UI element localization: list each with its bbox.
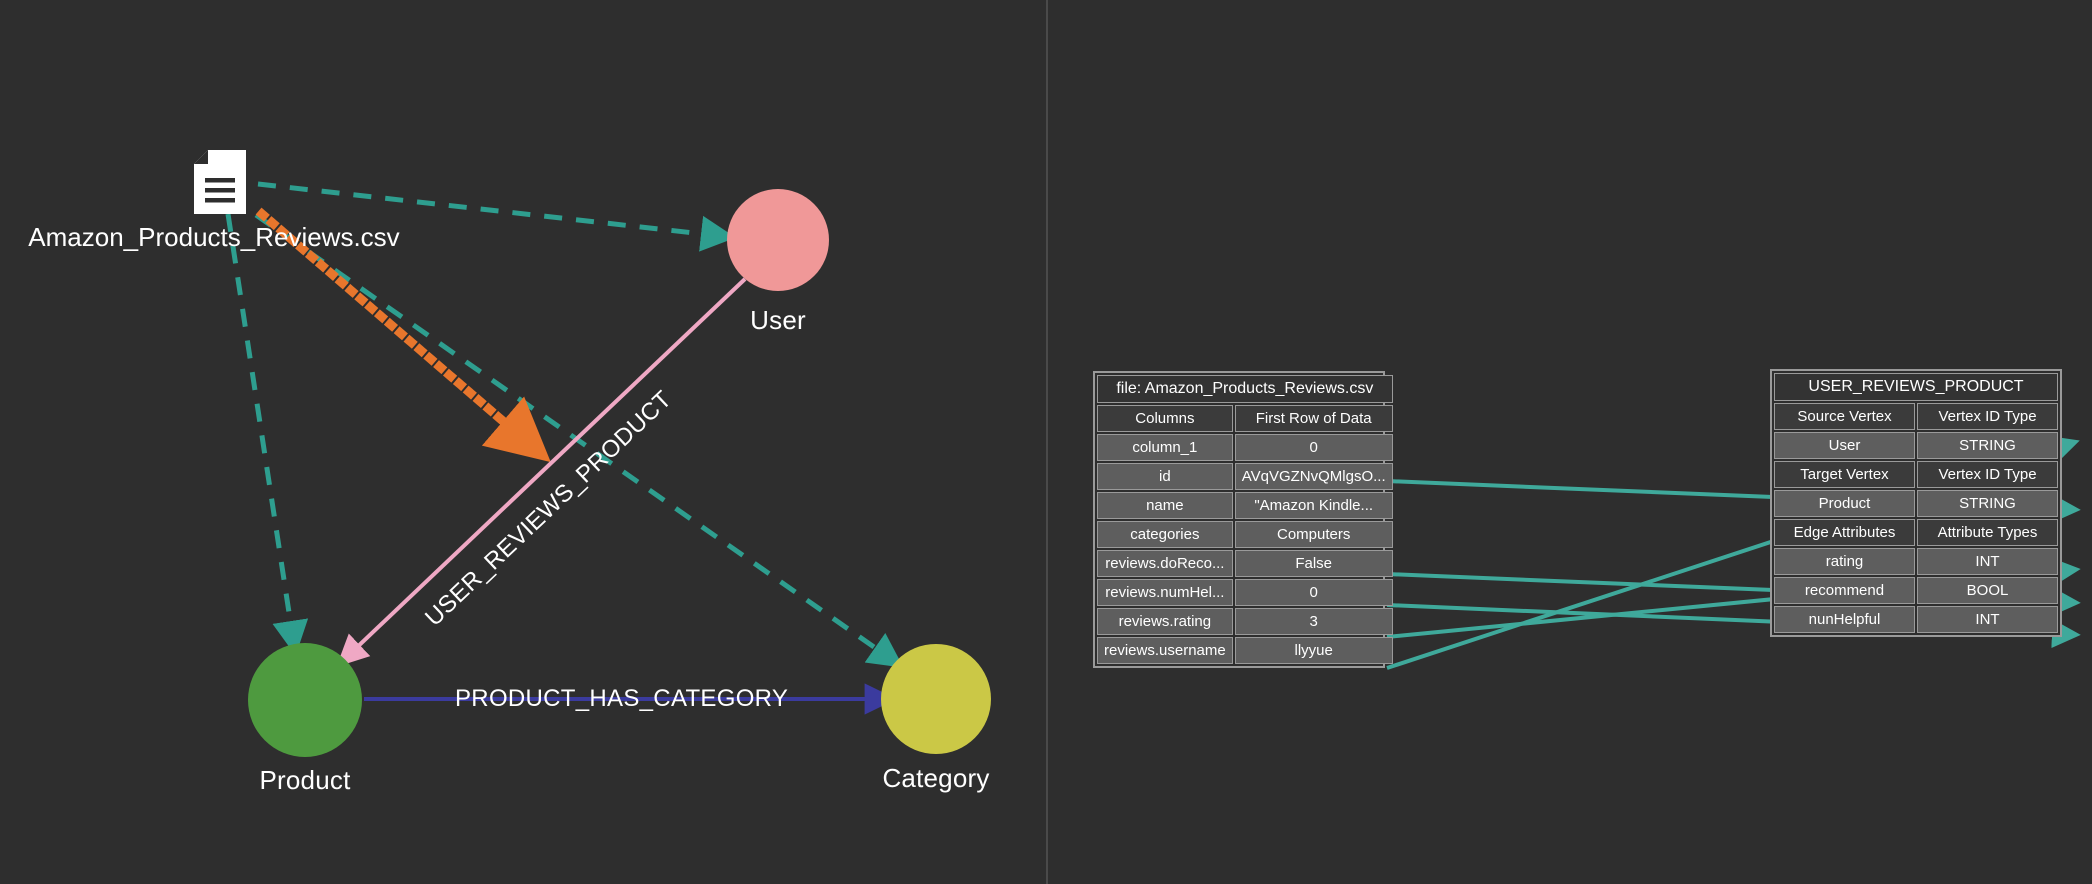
edge-schema-type: STRING [1917, 490, 2058, 517]
source-column-value: llyyue [1234, 637, 1393, 664]
graph-node-product[interactable] [248, 643, 362, 757]
table-row[interactable]: column_1 0 [1097, 434, 1393, 461]
edge-schema-key: Product [1774, 490, 1915, 517]
table-row[interactable]: rating INT [1774, 548, 2058, 575]
graph-edge-label-product-has-category: PRODUCT_HAS_CATEGORY [455, 685, 789, 712]
edge-schema-key: rating [1774, 548, 1915, 575]
source-column-name: reviews.username [1097, 637, 1233, 664]
edge-schema-type: INT [1917, 606, 2058, 633]
graph-edge-user-reviews-product[interactable] [336, 277, 747, 667]
table-row[interactable]: recommend BOOL [1774, 577, 2058, 604]
source-header-first-row: First Row of Data [1234, 405, 1393, 432]
canvas-root: Amazon_Products_Reviews.csv User Product… [0, 0, 2092, 884]
source-column-value: 3 [1234, 608, 1393, 635]
source-header-columns: Columns [1097, 405, 1233, 432]
edge-schema-key: recommend [1774, 577, 1915, 604]
table-row[interactable]: nunHelpful INT [1774, 606, 2058, 633]
file-node-label: Amazon_Products_Reviews.csv [28, 222, 400, 252]
edge-schema-label: Vertex ID Type [1917, 461, 2058, 488]
edge-schema-label: Target Vertex [1774, 461, 1915, 488]
table-row[interactable]: categories Computers [1097, 521, 1393, 548]
table-row[interactable]: reviews.doReco... False [1097, 550, 1393, 577]
table-header-row: Target Vertex Vertex ID Type [1774, 461, 2058, 488]
edge-schema-label: Attribute Types [1917, 519, 2058, 546]
graph-node-category[interactable] [881, 644, 991, 754]
table-header-row: Columns First Row of Data [1097, 405, 1393, 432]
source-column-value: 0 [1234, 434, 1393, 461]
source-column-value: "Amazon Kindle... [1234, 492, 1393, 519]
edge-schema-label: Edge Attributes [1774, 519, 1915, 546]
mapping-edge-file-to-product [225, 213, 309, 656]
table-row[interactable]: User STRING [1774, 432, 2058, 459]
graph-node-label-product: Product [259, 765, 351, 795]
edge-schema-type: STRING [1917, 432, 2058, 459]
edge-schema-key: nunHelpful [1774, 606, 1915, 633]
graph-node-user[interactable] [727, 189, 829, 291]
source-column-name: reviews.doReco... [1097, 550, 1233, 577]
table-row[interactable]: name "Amazon Kindle... [1097, 492, 1393, 519]
source-table-title: file: Amazon_Products_Reviews.csv [1097, 375, 1393, 403]
table-row[interactable]: id AVqVGZNvQMlgsO... [1097, 463, 1393, 490]
source-column-name: reviews.numHel... [1097, 579, 1233, 606]
source-column-value: False [1234, 550, 1393, 577]
graph-node-label-category: Category [882, 763, 990, 793]
table-row[interactable]: reviews.username llyyue [1097, 637, 1393, 664]
edge-schema-table[interactable]: USER_REVIEWS_PRODUCT Source Vertex Verte… [1770, 369, 2062, 637]
table-header-row: Edge Attributes Attribute Types [1774, 519, 2058, 546]
source-column-value: 0 [1234, 579, 1393, 606]
edge-schema-type: INT [1917, 548, 2058, 575]
table-header-row: Source Vertex Vertex ID Type [1774, 403, 2058, 430]
edge-schema-type: BOOL [1917, 577, 2058, 604]
source-column-name: name [1097, 492, 1233, 519]
source-column-name: column_1 [1097, 434, 1233, 461]
edge-schema-label: Vertex ID Type [1917, 403, 2058, 430]
file-document-icon[interactable] [194, 150, 246, 219]
source-column-value: AVqVGZNvQMlgsO... [1234, 463, 1393, 490]
source-column-name: id [1097, 463, 1233, 490]
table-row[interactable]: reviews.rating 3 [1097, 608, 1393, 635]
table-title-row: USER_REVIEWS_PRODUCT [1774, 373, 2058, 401]
edge-schema-key: User [1774, 432, 1915, 459]
edge-schema-title: USER_REVIEWS_PRODUCT [1774, 373, 2058, 401]
table-row[interactable]: reviews.numHel... 0 [1097, 579, 1393, 606]
graph-node-label-user: User [750, 305, 806, 335]
table-title-row: file: Amazon_Products_Reviews.csv [1097, 375, 1393, 403]
graph-edge-label-user-reviews-product: USER_REVIEWS_PRODUCT [420, 385, 678, 632]
table-row[interactable]: Product STRING [1774, 490, 2058, 517]
source-column-name: reviews.rating [1097, 608, 1233, 635]
source-column-value: Computers [1234, 521, 1393, 548]
source-file-table[interactable]: file: Amazon_Products_Reviews.csv Column… [1093, 371, 1393, 668]
mapping-edge-file-to-category [254, 212, 904, 668]
edge-schema-label: Source Vertex [1774, 403, 1915, 430]
graph-pane: Amazon_Products_Reviews.csv User Product… [0, 0, 1046, 884]
source-column-name: categories [1097, 521, 1233, 548]
